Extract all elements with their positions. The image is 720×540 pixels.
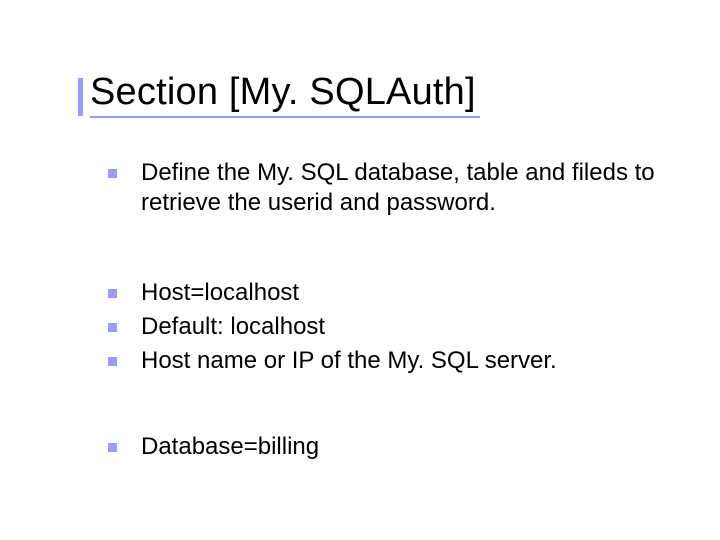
bullet-text: Host name or IP of the My. SQL server. (141, 346, 670, 376)
bullet-gap (80, 380, 670, 432)
bullet-text: Define the My. SQL database, table and f… (141, 158, 670, 218)
bullet-text: Database=billing (141, 432, 670, 462)
square-bullet-icon (108, 443, 117, 452)
bullet-item: Host name or IP of the My. SQL server. (80, 346, 670, 376)
bullet-item: Database=billing (80, 432, 670, 462)
bullet-item: Default: localhost (80, 312, 670, 342)
square-bullet-icon (108, 289, 117, 298)
bullet-text: Host=localhost (141, 278, 670, 308)
slide-body: Define the My. SQL database, table and f… (80, 158, 670, 462)
slide: Section [My. SQLAuth] Define the My. SQL… (0, 0, 720, 540)
bullet-text: Default: localhost (141, 312, 670, 342)
bullet-item: Define the My. SQL database, table and f… (80, 158, 670, 218)
slide-title: Section [My. SQLAuth] (90, 72, 480, 118)
square-bullet-icon (108, 357, 117, 366)
bullet-item: Host=localhost (80, 278, 670, 308)
square-bullet-icon (108, 323, 117, 332)
title-wrap: Section [My. SQLAuth] (90, 72, 670, 118)
bullet-gap (80, 222, 670, 278)
square-bullet-icon (108, 169, 117, 178)
title-accent-bar (78, 78, 83, 116)
